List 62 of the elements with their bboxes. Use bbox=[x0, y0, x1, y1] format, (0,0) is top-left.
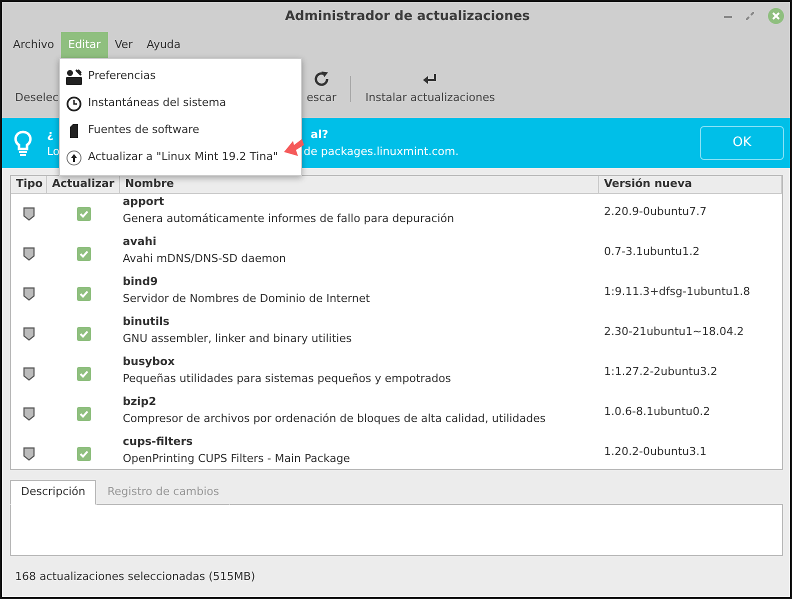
shield-icon bbox=[23, 206, 35, 220]
tab[interactable]: Descripción bbox=[10, 480, 96, 504]
checkbox[interactable] bbox=[76, 366, 90, 380]
version-text: 1:1.27.2-2ubuntu3.2 bbox=[603, 364, 718, 380]
version-text: 2.20.9-0ubuntu7.7 bbox=[603, 204, 707, 220]
package-name: bind9 bbox=[122, 274, 158, 290]
banner-text: Lo bbox=[47, 144, 60, 160]
checkbox[interactable] bbox=[76, 446, 90, 460]
package-name: bzip2 bbox=[122, 394, 156, 410]
close-button[interactable] bbox=[768, 8, 784, 24]
menu-item[interactable]: Ayuda bbox=[140, 32, 188, 58]
version-text: 1.0.6-8.1ubuntu0.2 bbox=[603, 404, 710, 420]
version-text: 1:9.11.3+dfsg-1ubuntu1.8 bbox=[603, 284, 750, 300]
menu-item[interactable]: Archivo bbox=[6, 32, 62, 58]
checkbox[interactable] bbox=[76, 286, 90, 300]
clock-icon bbox=[66, 96, 82, 112]
status-text: 168 actualizaciones seleccionadas (515MB) bbox=[14, 568, 256, 584]
package-name: cups-filters bbox=[122, 434, 193, 450]
toolbar-button[interactable]: Deselec bbox=[15, 58, 59, 118]
checkbox[interactable] bbox=[76, 406, 90, 420]
return-arrow-icon bbox=[423, 74, 438, 86]
package-description: Servidor de Nombres de Dominio de Internet bbox=[122, 290, 370, 306]
menu-item[interactable]: Preferencias bbox=[60, 63, 162, 90]
version-text: 2.30-21ubuntu1~18.04.2 bbox=[603, 324, 744, 340]
toolbar-button[interactable]: Instalar actualizaciones bbox=[365, 58, 495, 118]
package-description: Avahi mDNS/DNS-SD daemon bbox=[122, 250, 286, 266]
package-name: apport bbox=[122, 194, 164, 210]
maximize-button[interactable] bbox=[746, 12, 754, 20]
menu-item[interactable]: Actualizar a "Linux Mint 19.2 Tina" bbox=[60, 144, 284, 171]
menu-item[interactable]: Fuentes de software bbox=[60, 117, 206, 144]
menu-item[interactable]: Instantáneas del sistema bbox=[60, 90, 232, 117]
package-description: OpenPrinting CUPS Filters - Main Package bbox=[122, 450, 350, 466]
checkbox[interactable] bbox=[76, 206, 90, 220]
toolbar-button[interactable]: escar bbox=[306, 58, 336, 118]
lightbulb-icon bbox=[14, 130, 32, 156]
package-name: avahi bbox=[122, 234, 156, 250]
shield-icon bbox=[23, 246, 35, 260]
refresh-icon bbox=[314, 70, 330, 86]
shield-icon bbox=[23, 326, 35, 340]
shield-icon bbox=[23, 286, 35, 300]
version-text: 0.7-3.1ubuntu1.2 bbox=[603, 244, 700, 260]
shield-icon bbox=[23, 366, 35, 380]
menu-item[interactable]: Ver bbox=[108, 32, 140, 58]
tools-icon bbox=[66, 68, 82, 84]
package-description: Pequeñas utilidades para sistemas pequeños y empotrados bbox=[122, 370, 451, 386]
checkbox[interactable] bbox=[76, 326, 90, 340]
minimize-button[interactable] bbox=[724, 14, 732, 18]
column-header[interactable]: Versión nueva bbox=[599, 176, 782, 192]
banner-title: al? bbox=[310, 127, 330, 143]
checkbox[interactable] bbox=[76, 246, 90, 260]
version-text: 1.20.2-0ubuntu3.1 bbox=[603, 444, 707, 460]
banner-title: ¿ bbox=[47, 127, 54, 143]
shield-icon bbox=[23, 446, 35, 460]
banner-text: de packages.linuxmint.com. bbox=[304, 144, 459, 160]
column-header[interactable]: Tipo bbox=[11, 176, 47, 192]
shield-icon bbox=[23, 406, 35, 420]
package-description: GNU assembler, linker and binary utilities bbox=[122, 330, 352, 346]
package-name: binutils bbox=[122, 314, 170, 330]
window-title: Administrador de actualizaciones bbox=[285, 8, 530, 26]
package-description: Genera automáticamente informes de fallo para depuración bbox=[122, 210, 454, 226]
package-description: Compresor de archivos por ordenación de bloques de alta calidad, utilidades bbox=[122, 410, 546, 426]
package-name: busybox bbox=[122, 354, 175, 370]
